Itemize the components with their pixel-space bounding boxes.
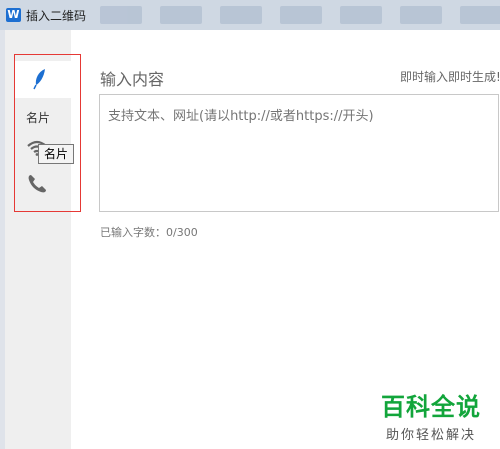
wps-app-icon: W (6, 8, 21, 22)
ribbon-tab (280, 6, 322, 24)
ribbon-tab (160, 6, 202, 24)
watermark-title: 百科全说 (381, 393, 481, 421)
content-input[interactable] (99, 94, 499, 212)
window-title: 插入二维码 (26, 9, 87, 23)
watermark-subtitle: 助你轻松解决 (385, 428, 476, 443)
title-bar: W 插入二维码 (0, 0, 500, 30)
input-heading: 输入内容 (100, 70, 165, 89)
watermark: 百科全说 助你轻松解决 (376, 387, 486, 443)
ribbon-tab (220, 6, 262, 24)
ribbon-tab (460, 6, 500, 24)
ribbon-tab (340, 6, 382, 24)
instant-hint: 即时输入即时生成! (400, 70, 500, 84)
ribbon-tab (100, 6, 142, 24)
highlight-box (14, 54, 81, 212)
ribbon-tab (400, 6, 442, 24)
background-ribbon-tabs (100, 6, 500, 24)
char-count: 已输入字数：0/300 (100, 226, 198, 239)
